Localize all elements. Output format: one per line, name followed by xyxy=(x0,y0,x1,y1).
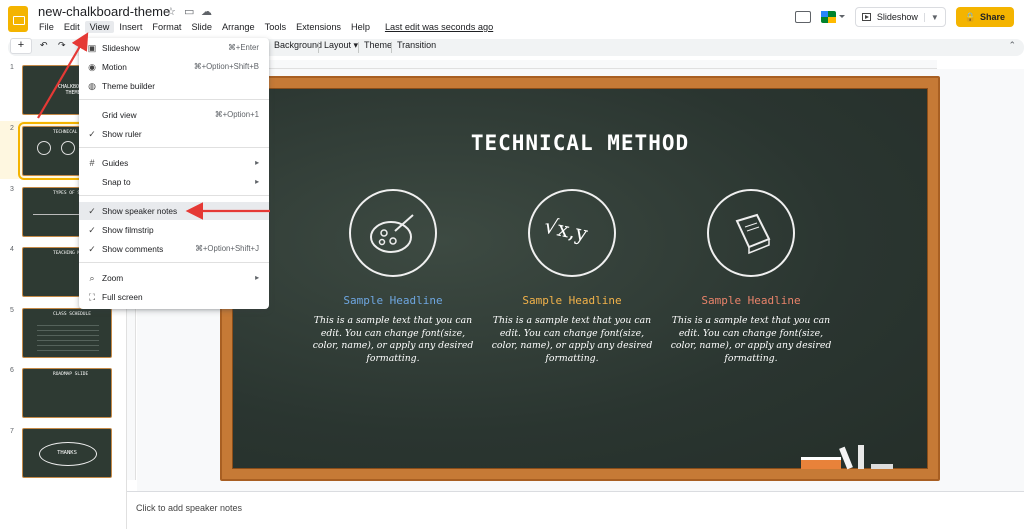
arrow-to-view-menu xyxy=(37,32,89,119)
annotation-arrows xyxy=(37,32,270,220)
